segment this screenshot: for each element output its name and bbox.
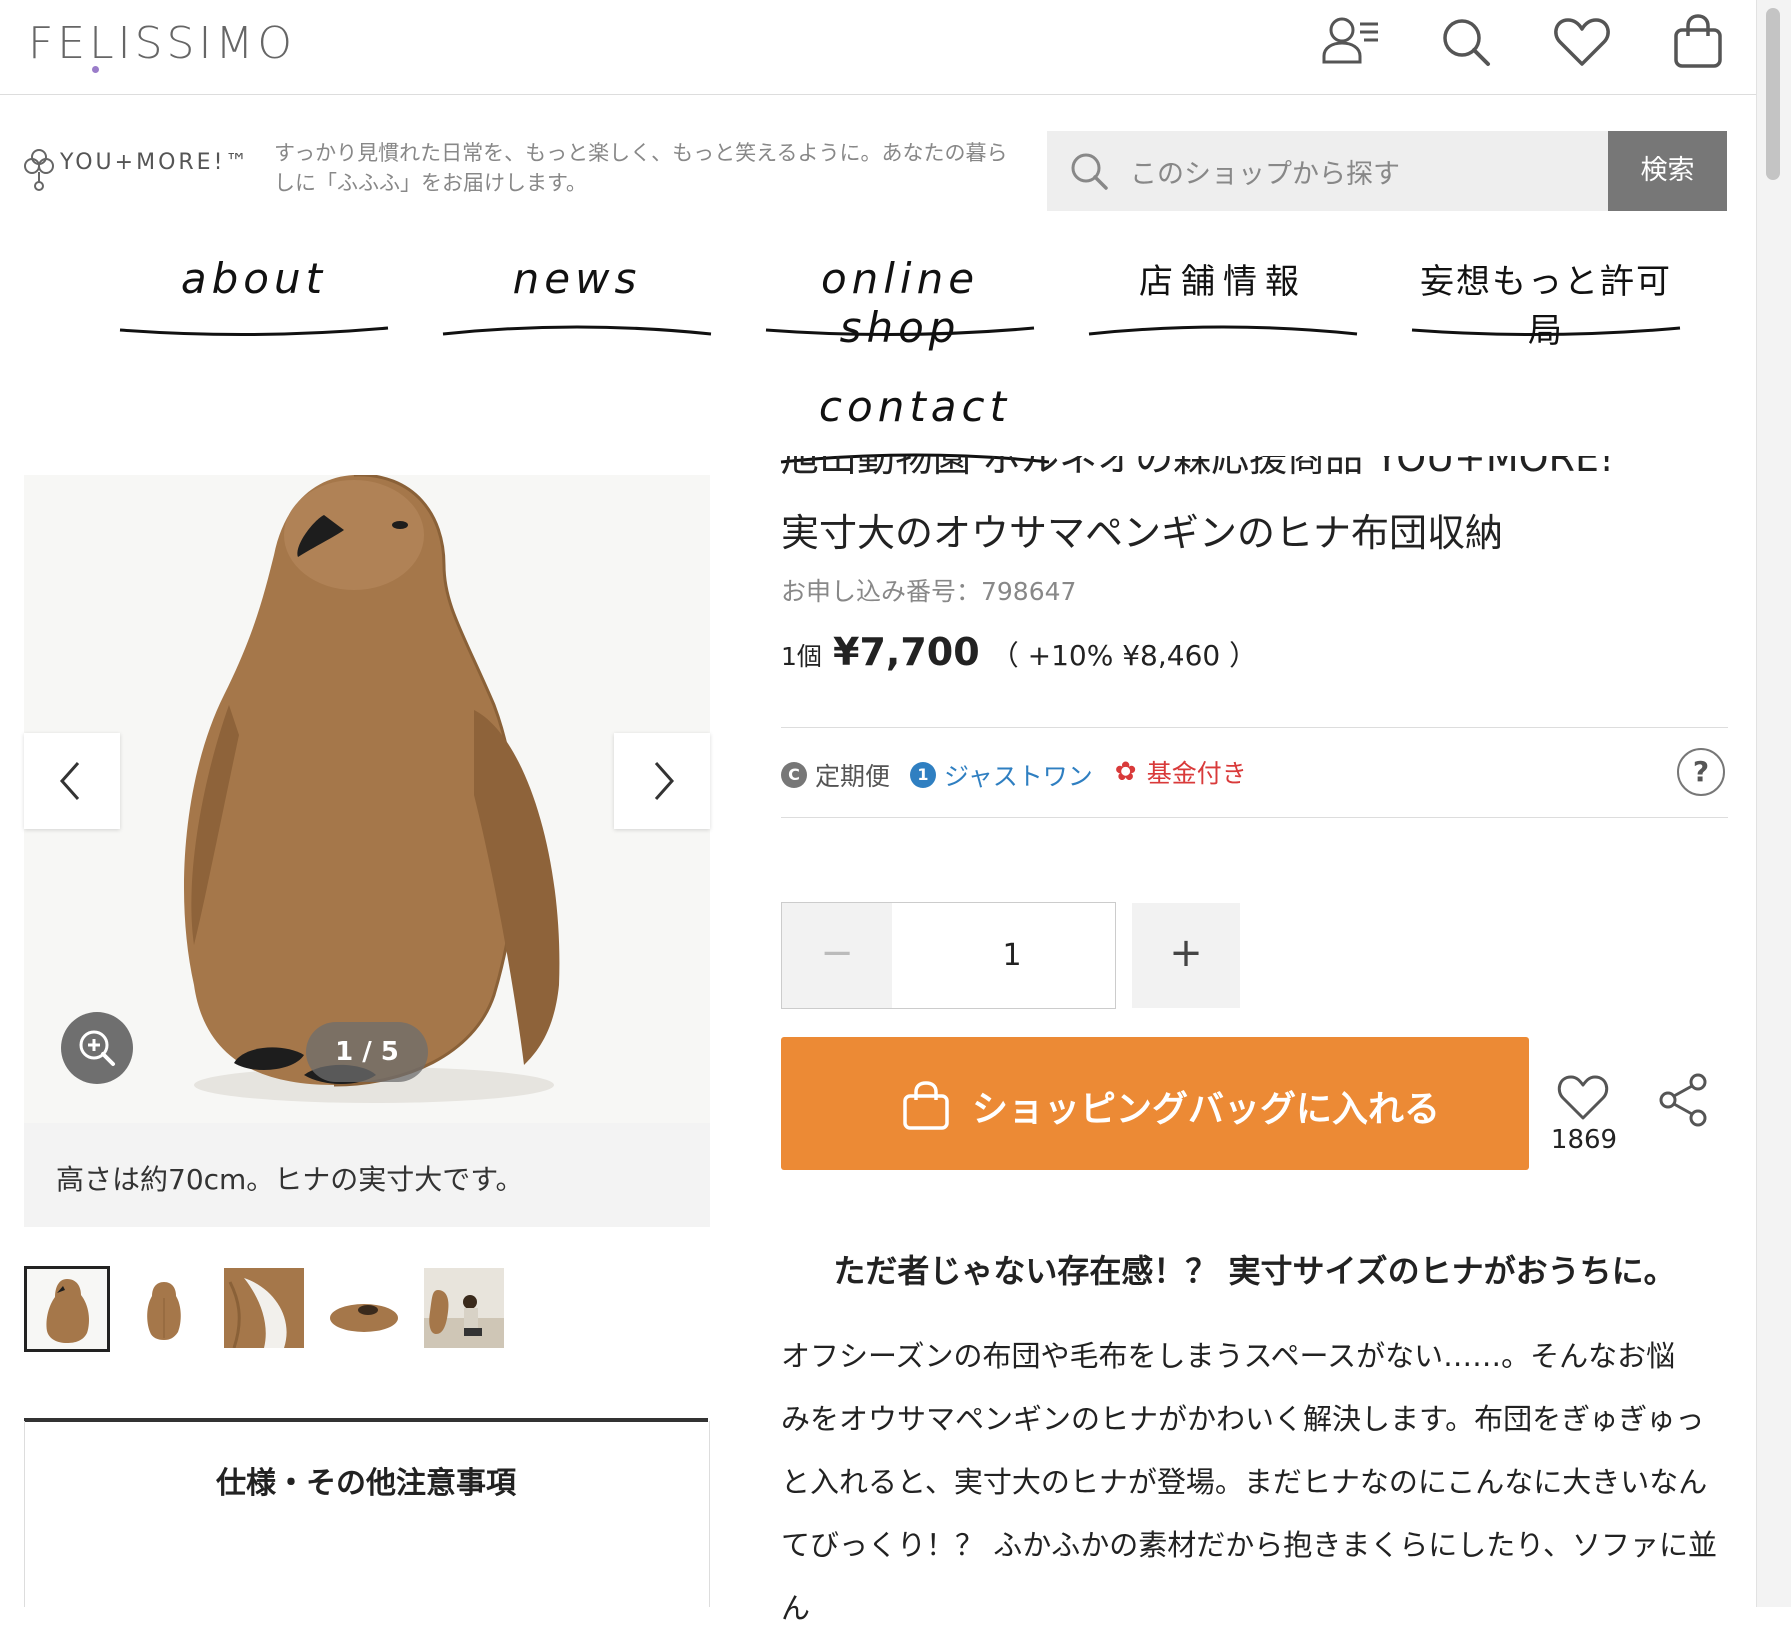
add-to-bag-label: ショッピングバッグに入れる <box>972 1089 1441 1130</box>
nav-about[interactable]: about <box>118 254 390 364</box>
tag-fund[interactable]: ✿ 基金付き <box>1113 754 1247 790</box>
nav-label: news <box>512 254 642 303</box>
unit-label: 1個 <box>781 642 822 671</box>
thumbnail-5[interactable] <box>424 1268 504 1348</box>
shop-brand[interactable]: YOU+MORE!™ <box>60 150 250 175</box>
spec-title[interactable]: 仕様・その他注意事項 <box>24 1458 708 1502</box>
product-title-partial: 旭山動物園 ボルネオの森応援商品 YOU+MORE! <box>781 456 1614 486</box>
prev-image-button[interactable] <box>24 733 120 829</box>
bag-icon <box>900 1080 952 1132</box>
product-title-partial-text: 旭山動物園 ボルネオの森応援商品 YOU+MORE! <box>781 456 1615 480</box>
product-title: 実寸大のオウサマペンギンのヒナ布団収納 <box>781 511 1504 555</box>
description-line: みをオウサマペンギンのヒナがかわいく解決します。布団をぎゅぎゅっ <box>781 1402 1705 1436</box>
thumbnail-1[interactable] <box>24 1266 110 1352</box>
help-icon[interactable]: ? <box>1677 748 1725 796</box>
site-logo[interactable]: FELISSIMO <box>28 18 296 69</box>
price-row: 1個 ¥7,700 （ +10% ¥8,460 ） <box>781 630 1257 674</box>
description-line: てびっくり！？ ふかふかの素材だから抱きまくらにしたり、ソファに並ん <box>781 1528 1718 1625</box>
chevron-right-icon <box>654 762 675 800</box>
shop-tagline: すっかり見慣れた日常を、もっと楽しく、もっと笑えるように。あなたの暮らしに「ふふ… <box>274 141 1008 195</box>
nav-label: contact <box>818 382 1012 431</box>
scrollbar-thumb[interactable] <box>1766 8 1780 180</box>
description-body: オフシーズンの布団や毛布をしまうスペースがない……。そんなお悩 みをオウサマペン… <box>781 1325 1728 1640</box>
thumbnail-2[interactable] <box>124 1268 204 1348</box>
divider <box>781 817 1728 818</box>
image-counter: 1 / 5 <box>306 1022 428 1082</box>
description-line: と入れると、実寸大のヒナが登場。まだヒナなのにこんなに大きいなん <box>781 1465 1708 1499</box>
tag-subscription[interactable]: C 定期便 <box>781 757 890 793</box>
product-tags: C 定期便 1 ジャストワン ✿ 基金付き <box>781 754 1259 793</box>
price: ¥7,700 <box>833 630 980 674</box>
order-number: お申し込み番号：798647 <box>781 577 1077 606</box>
nav-mousou-bureau[interactable]: 妄想もっと許可局 <box>1410 254 1682 364</box>
share-icon[interactable] <box>1656 1072 1712 1128</box>
chevron-left-icon <box>59 762 80 800</box>
search-icon[interactable] <box>1434 10 1498 74</box>
quantity-decrease-button[interactable]: − <box>782 903 892 1008</box>
heart-icon[interactable] <box>1550 10 1614 74</box>
search-input[interactable]: このショップから探す <box>1130 152 1400 191</box>
nav-news[interactable]: news <box>441 254 713 364</box>
just-one-icon: 1 <box>909 762 936 788</box>
description-headline: ただ者じゃない存在感！？ 実寸サイズのヒナがおうちに。 <box>833 1252 1676 1290</box>
nav-label: 店舗情報 <box>1139 262 1307 302</box>
description-line: オフシーズンの布団や毛布をしまうスペースがない……。そんなお悩 <box>781 1339 1676 1373</box>
next-image-button[interactable] <box>614 733 710 829</box>
divider <box>781 727 1728 728</box>
search-button[interactable]: 検索 <box>1608 131 1727 211</box>
account-menu-icon[interactable] <box>1318 10 1382 74</box>
subscription-icon: C <box>781 762 807 788</box>
scrollbar-track[interactable] <box>1756 0 1791 1607</box>
quantity-increase-button[interactable]: + <box>1132 903 1240 1008</box>
nav-store-info[interactable]: 店舗情報 <box>1087 254 1359 364</box>
price-with-tax: （ +10% ¥8,460 ） <box>990 639 1258 672</box>
spec-section[interactable] <box>24 1421 710 1607</box>
nav-online-shop[interactable]: online shop <box>764 254 1036 364</box>
clover-icon <box>24 148 54 192</box>
thumbnail-4[interactable] <box>324 1268 404 1348</box>
nav-label: about <box>180 254 328 303</box>
shopping-bag-icon[interactable] <box>1666 10 1730 74</box>
favorite-heart-icon[interactable] <box>1556 1072 1610 1122</box>
logo-dot <box>92 66 99 73</box>
favorite-count: 1869 <box>1550 1125 1618 1155</box>
search-field-icon <box>1068 150 1110 192</box>
image-caption: 高さは約70cm。ヒナの実寸大です。 <box>56 1163 524 1196</box>
zoom-in-button[interactable] <box>61 1012 133 1084</box>
clover-fund-icon: ✿ <box>1114 757 1137 787</box>
thumbnail-3[interactable] <box>224 1268 304 1348</box>
quantity-input[interactable]: 1 <box>892 903 1132 1008</box>
zoom-in-icon <box>79 1030 115 1066</box>
tag-just-one[interactable]: 1 ジャストワン <box>909 757 1093 793</box>
